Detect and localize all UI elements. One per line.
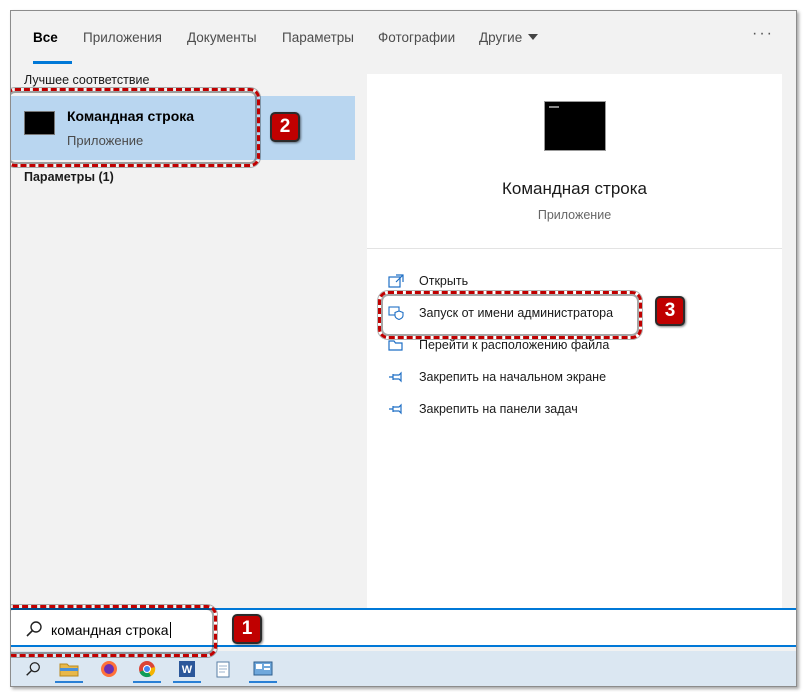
- preview-title: Командная строка: [501, 179, 648, 198]
- best-match-header: Лучшее соответствие: [24, 73, 150, 87]
- cmd-icon: [24, 111, 55, 135]
- tab-settings[interactable]: Параметры: [282, 30, 354, 45]
- taskbar-search-button[interactable]: [17, 655, 49, 683]
- preview-subtitle: Приложение: [537, 208, 612, 222]
- pin-icon: [387, 369, 405, 385]
- action-open-label: Открыть: [419, 274, 469, 288]
- control-panel-icon: [253, 661, 273, 676]
- tab-all[interactable]: Все: [33, 30, 58, 45]
- tab-photos[interactable]: Фотографии: [378, 30, 455, 45]
- cmd-icon: [544, 101, 606, 151]
- best-match-subtitle: Приложение: [67, 133, 144, 148]
- tab-apps[interactable]: Приложения: [83, 30, 162, 45]
- taskbar-file-explorer[interactable]: [53, 655, 85, 683]
- pin-icon: [387, 401, 405, 417]
- action-run-as-admin-label: Запуск от имени администратора: [419, 306, 614, 320]
- action-pin-start[interactable]: Закрепить на начальном экране: [387, 366, 606, 388]
- text-cursor: [169, 622, 171, 638]
- results-list: Лучшее соответствие Командная строка При…: [11, 68, 357, 608]
- filter-tabs: Все Приложения Документы Параметры Фотог…: [11, 11, 796, 68]
- search-window: Все Приложения Документы Параметры Фотог…: [10, 10, 797, 687]
- folder-icon: [387, 337, 405, 353]
- preview-pane: Командная строка Приложение Открыть Запу…: [367, 74, 782, 620]
- annotation-badge-2: 2: [270, 112, 300, 142]
- notepad-icon: [216, 661, 230, 678]
- action-pin-start-label: Закрепить на начальном экране: [419, 370, 607, 384]
- taskbar-control-panel[interactable]: [247, 655, 279, 683]
- chevron-down-icon: [528, 34, 539, 40]
- shield-icon: [387, 305, 405, 321]
- open-icon: [387, 273, 405, 289]
- search-input-value: командная строка: [51, 622, 171, 638]
- divider: [367, 248, 782, 249]
- taskbar: W: [11, 651, 796, 686]
- more-options-button[interactable]: ···: [752, 25, 774, 43]
- word-icon: W: [179, 661, 195, 677]
- folder-icon: [59, 663, 79, 677]
- action-open-file-location-label: Перейти к расположению файла: [419, 338, 610, 352]
- best-match-title: Командная строка: [67, 108, 195, 124]
- action-run-as-admin[interactable]: Запуск от имени администратора: [387, 302, 613, 324]
- search-input[interactable]: командная строка: [11, 608, 796, 647]
- tab-other-label: Другие: [479, 30, 523, 45]
- firefox-icon: [101, 661, 117, 677]
- taskbar-chrome[interactable]: [131, 655, 163, 683]
- taskbar-word[interactable]: W: [171, 655, 203, 683]
- tab-documents[interactable]: Документы: [187, 30, 257, 45]
- settings-group-header[interactable]: Параметры (1): [24, 170, 114, 184]
- annotation-badge-3: 3: [655, 296, 685, 326]
- tab-other[interactable]: Другие: [479, 30, 539, 45]
- search-value-text: командная строка: [51, 622, 169, 638]
- search-icon: [26, 621, 42, 637]
- chrome-icon: [139, 661, 156, 678]
- taskbar-notepad[interactable]: [207, 655, 239, 683]
- svg-text:W: W: [182, 664, 193, 676]
- action-pin-taskbar[interactable]: Закрепить на панели задач: [387, 398, 578, 420]
- action-open-file-location[interactable]: Перейти к расположению файла: [387, 334, 609, 356]
- action-pin-taskbar-label: Закрепить на панели задач: [419, 402, 578, 416]
- taskbar-firefox[interactable]: [93, 655, 125, 683]
- active-tab-indicator: [33, 61, 72, 64]
- annotation-badge-1: 1: [232, 614, 262, 644]
- search-icon: [26, 662, 40, 676]
- action-open[interactable]: Открыть: [387, 270, 468, 292]
- best-match-result[interactable]: Командная строка Приложение: [11, 96, 355, 160]
